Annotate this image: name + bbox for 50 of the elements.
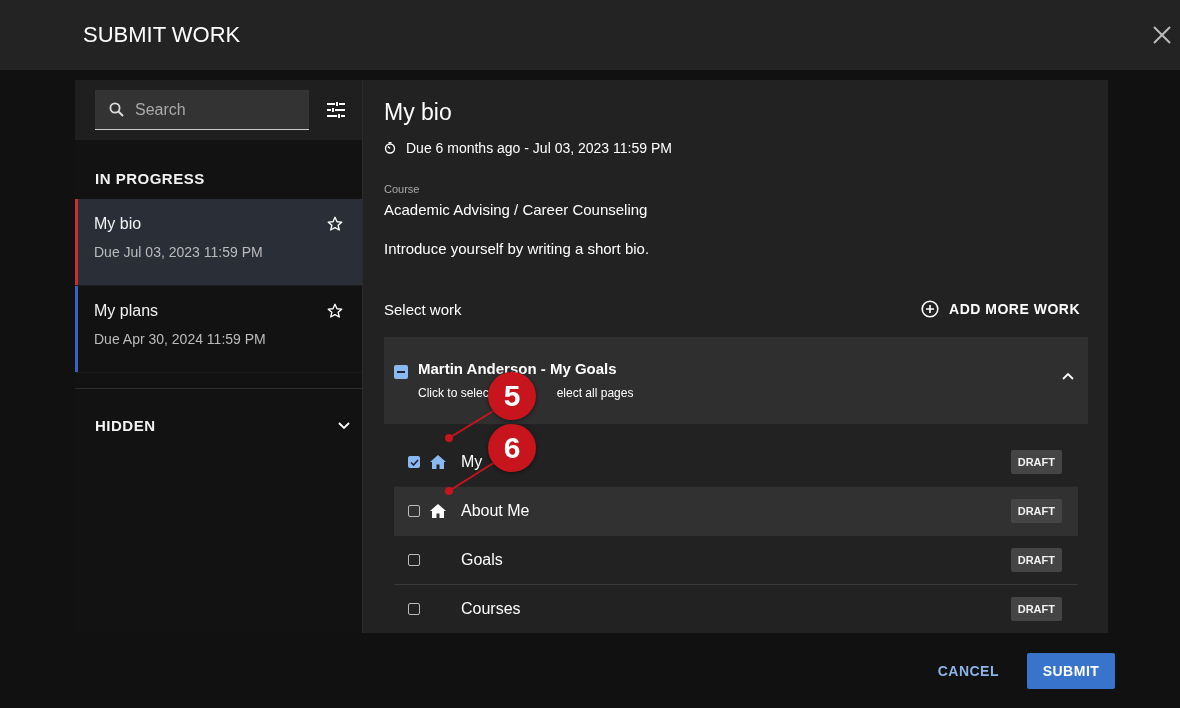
select-work-label: Select work [384,300,462,318]
plus-circle-icon [921,300,940,318]
star-icon[interactable] [326,215,344,233]
chevron-down-icon[interactable] [338,421,350,430]
status-tag: DRAFT [1010,548,1062,572]
assignment-description: Introduce yourself by writing a short bio. [384,240,651,257]
page-name: Goals [461,551,504,569]
group-checkbox[interactable] [394,365,408,379]
page-row[interactable]: Courses DRAFT [394,585,1078,633]
add-more-work-button[interactable]: ADD MORE WORK [921,300,1080,318]
assignment-title: My plans [94,302,160,320]
minus-icon [397,371,405,373]
search-icon [109,102,124,117]
section-title: IN PROGRESS [95,170,205,187]
assignment-item[interactable]: My plans Due Apr 30, 2024 11:59 PM [75,286,362,373]
page-name: My [461,453,484,471]
star-icon[interactable] [326,302,344,320]
course-name: Academic Advising / Career Counseling [384,201,649,218]
assignment-item[interactable]: My bio Due Jul 03, 2023 11:59 PM [75,199,362,286]
group-hint: Click to selec [418,386,489,400]
page-row[interactable]: Goals DRAFT [394,536,1078,585]
status-tag: DRAFT [1010,450,1062,474]
assignment-title: My bio [94,215,143,233]
check-icon [409,458,419,466]
assignment-due-date: Due Apr 30, 2024 11:59 PM [94,331,266,347]
page-name: About Me [461,502,531,520]
status-tag: DRAFT [1010,499,1062,523]
page-checkbox[interactable] [408,505,420,517]
due-text: Due 6 months ago - Jul 03, 2023 11:59 PM [406,140,672,156]
filter-icon[interactable] [327,102,345,118]
section-title: HIDDEN [95,417,156,434]
dialog-title: SUBMIT WORK [83,22,241,48]
cancel-button[interactable]: CANCEL [921,652,1015,689]
assignment-due-date: Due Jul 03, 2023 11:59 PM [94,244,263,260]
timer-icon [384,142,396,154]
course-label: Course [384,183,421,195]
assignment-heading: My bio [384,99,453,126]
search-field[interactable]: Search [95,90,309,130]
page-checkbox[interactable] [408,456,420,468]
page-checkbox[interactable] [408,554,420,566]
page-row[interactable]: About Me DRAFT [394,487,1078,536]
page-name: Courses [461,600,522,618]
chevron-up-icon[interactable] [1062,372,1074,380]
status-tag: DRAFT [1010,597,1062,621]
home-icon [430,504,446,518]
page-checkbox[interactable] [408,603,420,615]
group-hint: elect all pages [556,386,634,400]
submit-button[interactable]: SUBMIT [1027,652,1115,689]
home-icon [430,455,446,469]
close-icon [1153,26,1171,44]
